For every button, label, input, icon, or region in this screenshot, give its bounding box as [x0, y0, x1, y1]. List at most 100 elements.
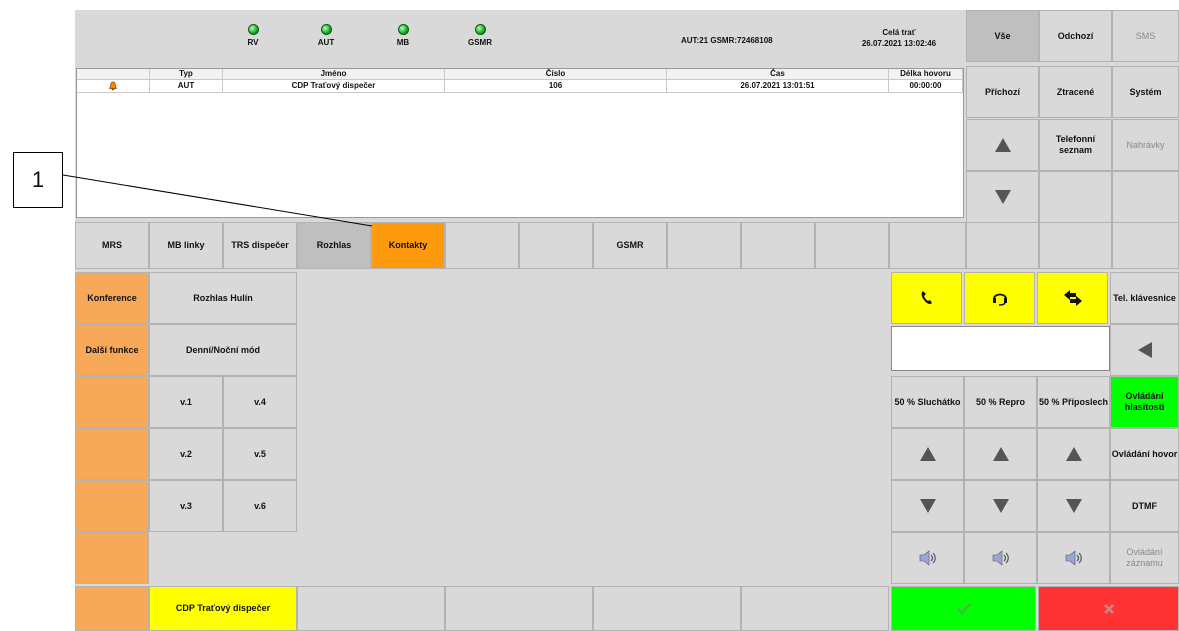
led-gsmr: GSMR — [457, 24, 503, 47]
empty-orange-slot[interactable] — [75, 532, 149, 584]
annotation-number: 1 — [31, 167, 45, 192]
led-aut: AUT — [303, 24, 349, 47]
cell-duration: 00:00:00 — [889, 80, 963, 93]
answer-call-button[interactable] — [891, 272, 962, 324]
status-led-icon — [320, 24, 332, 35]
led-mb-label: MB — [396, 38, 410, 47]
volume-speaker-button[interactable]: 50 % Repro — [964, 376, 1037, 428]
headset-button[interactable] — [964, 272, 1035, 324]
tab-gsmr[interactable]: GSMR — [593, 222, 667, 269]
handset-volume-down[interactable] — [891, 480, 964, 532]
empty-orange-slot[interactable] — [75, 428, 149, 480]
scroll-up-button[interactable] — [966, 119, 1039, 171]
conference-button[interactable]: Konference — [75, 272, 149, 324]
led-gsmr-label: GSMR — [468, 38, 492, 47]
listen-mute-button[interactable] — [1037, 532, 1110, 584]
bell-icon — [108, 81, 118, 91]
tab-empty — [445, 222, 519, 269]
status-led-icon — [397, 24, 409, 35]
call-control-button[interactable]: Ovládání hovor — [1110, 428, 1179, 480]
filter-all-button[interactable]: Vše — [966, 10, 1039, 62]
checkmark-icon — [956, 602, 971, 614]
v6-button[interactable]: v.6 — [223, 480, 297, 532]
handset-volume-up[interactable] — [891, 428, 964, 480]
tab-empty — [667, 222, 741, 269]
cell-time: 26.07.2021 13:01:51 — [667, 80, 889, 93]
v5-button[interactable]: v.5 — [223, 428, 297, 480]
scroll-down-button[interactable] — [966, 171, 1039, 223]
col-number: Číslo — [445, 69, 667, 80]
empty-orange-slot[interactable] — [75, 480, 149, 532]
filter-system-button[interactable]: Systém — [1112, 66, 1179, 118]
arrow-up-icon — [992, 447, 1009, 461]
rozhlas-hulin-button[interactable]: Rozhlas Hulín — [149, 272, 297, 324]
headset-icon — [992, 293, 1007, 306]
v1-button[interactable]: v.1 — [149, 376, 223, 428]
confirm-button[interactable] — [891, 586, 1036, 631]
tab-empty — [966, 222, 1039, 269]
empty-orange-slot[interactable] — [75, 376, 149, 428]
listen-volume-down[interactable] — [1037, 480, 1110, 532]
day-night-mode-button[interactable]: Denní/Noční mód — [149, 324, 297, 376]
volume-control-button[interactable]: Ovládání hlasitosti — [1110, 376, 1179, 428]
handset-mute-button[interactable] — [891, 532, 964, 584]
col-name: Jméno — [223, 69, 445, 80]
v3-button[interactable]: v.3 — [149, 480, 223, 532]
filter-sms-button[interactable]: SMS — [1112, 10, 1179, 62]
led-rv: RV — [230, 24, 276, 47]
led-mb: MB — [380, 24, 426, 47]
listen-volume-up[interactable] — [1037, 428, 1110, 480]
col-duration: Délka hovoru — [889, 69, 963, 80]
speaker-icon — [919, 550, 936, 566]
connection-info: AUT:21 GSMR:72468108 — [681, 36, 773, 45]
status-datetime: 26.07.2021 13:02:46 — [861, 39, 937, 48]
cancel-button[interactable] — [1038, 586, 1179, 631]
speaker-volume-down[interactable] — [964, 480, 1037, 532]
v2-button[interactable]: v.2 — [149, 428, 223, 480]
more-functions-button[interactable]: Další funkce — [75, 324, 149, 376]
v4-button[interactable]: v.4 — [223, 376, 297, 428]
led-rv-label: RV — [247, 38, 259, 47]
status-led-icon — [247, 24, 259, 35]
recordings-button[interactable]: Nahrávky — [1112, 119, 1179, 171]
tab-empty — [1112, 222, 1179, 269]
tab-rozhlas[interactable]: Rozhlas — [297, 222, 371, 269]
tab-empty — [1039, 222, 1112, 269]
filter-incoming-button[interactable]: Příchozí — [966, 66, 1039, 118]
col-type: Typ — [150, 69, 223, 80]
volume-listen-button[interactable]: 50 % Příposlech — [1037, 376, 1110, 428]
annotation-callout: 1 — [13, 152, 63, 208]
arrow-up-icon — [1065, 447, 1082, 461]
cell-type: AUT — [150, 80, 223, 93]
transfer-button[interactable] — [1037, 272, 1108, 324]
speaker-icon — [992, 550, 1009, 566]
phonebook-button[interactable]: Telefonní seznam — [1039, 119, 1112, 171]
empty-orange-slot[interactable] — [75, 586, 149, 631]
recording-control-button[interactable]: Ovládání záznamu — [1110, 532, 1179, 584]
speaker-mute-button[interactable] — [964, 532, 1037, 584]
tab-mb-lines[interactable]: MB linky — [149, 222, 223, 269]
dial-number-input[interactable] — [891, 326, 1110, 371]
keypad-button[interactable]: Tel. klávesnice — [1110, 272, 1179, 324]
empty-slot — [1039, 171, 1112, 223]
arrow-up-icon — [994, 138, 1011, 152]
filter-lost-button[interactable]: Ztracené — [1039, 66, 1112, 118]
tab-trs-dispatcher[interactable]: TRS dispečer — [223, 222, 297, 269]
volume-handset-button[interactable]: 50 % Sluchátko — [891, 376, 964, 428]
led-aut-label: AUT — [317, 38, 335, 47]
speaker-volume-up[interactable] — [964, 428, 1037, 480]
tab-empty — [815, 222, 889, 269]
tab-mrs[interactable]: MRS — [75, 222, 149, 269]
tab-empty — [741, 222, 815, 269]
backspace-button[interactable] — [1110, 324, 1179, 376]
cell-name: CDP Traťový dispečer — [223, 80, 445, 93]
tab-kontakty[interactable]: Kontakty — [371, 222, 445, 269]
dtmf-button[interactable]: DTMF — [1110, 480, 1179, 532]
arrow-down-icon — [919, 499, 936, 513]
current-call-button[interactable]: CDP Traťový dispečer — [149, 586, 297, 631]
empty-slot — [297, 586, 445, 631]
transfer-arrows-icon — [1063, 290, 1082, 306]
filter-outgoing-button[interactable]: Odchozí — [1039, 10, 1112, 62]
phone-icon — [921, 291, 932, 304]
close-icon — [1103, 603, 1114, 614]
